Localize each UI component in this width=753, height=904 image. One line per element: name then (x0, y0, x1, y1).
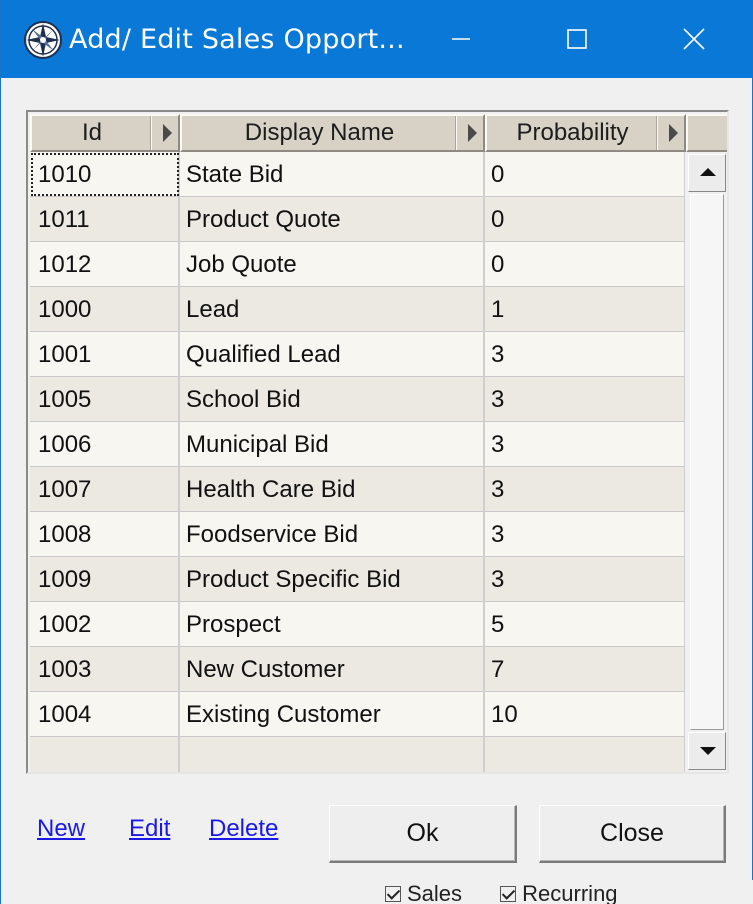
cell-display-name[interactable]: Lead (180, 287, 485, 332)
table-row[interactable]: 1007 Health Care Bid 3 (30, 467, 685, 512)
maximize-button[interactable] (532, 0, 622, 78)
cell-probability[interactable]: 3 (485, 377, 685, 422)
cell-display-name[interactable]: Prospect (180, 602, 485, 647)
cell-id[interactable]: 1012 (30, 242, 180, 287)
cell-display-name-empty[interactable] (180, 737, 485, 772)
cell-id[interactable]: 1006 (30, 422, 180, 467)
header-filler (686, 114, 727, 152)
cell-probability[interactable]: 10 (485, 692, 685, 737)
cell-display-name[interactable]: Existing Customer (180, 692, 485, 737)
column-arrow-icon[interactable] (163, 124, 172, 142)
table-row[interactable]: 1010 State Bid 0 (30, 152, 685, 197)
header-separator (150, 116, 152, 150)
ok-button[interactable]: Ok (329, 805, 517, 863)
cell-id[interactable]: 1009 (30, 557, 180, 602)
scroll-up-arrow-icon (700, 168, 716, 176)
maximize-icon (567, 29, 587, 49)
table-row[interactable]: 1000 Lead 1 (30, 287, 685, 332)
table-row[interactable]: 1003 New Customer 7 (30, 647, 685, 692)
cell-display-name[interactable]: Municipal Bid (180, 422, 485, 467)
cell-id[interactable]: 1004 (30, 692, 180, 737)
cell-id[interactable]: 1010 (30, 152, 180, 197)
column-arrow-icon[interactable] (468, 124, 477, 142)
scroll-up-button[interactable] (688, 154, 726, 192)
edit-link[interactable]: Edit (129, 815, 170, 843)
scroll-down-arrow-icon (700, 747, 716, 755)
cell-id[interactable]: 1000 (30, 287, 180, 332)
header-separator (656, 116, 658, 150)
cell-display-name[interactable]: Foodservice Bid (180, 512, 485, 557)
table-row[interactable]: 1002 Prospect 5 (30, 602, 685, 647)
new-link[interactable]: New (37, 815, 85, 843)
cell-probability[interactable]: 1 (485, 287, 685, 332)
checkbox-recurring[interactable] (500, 886, 517, 903)
table-row[interactable]: 1005 School Bid 3 (30, 377, 685, 422)
cell-display-name[interactable]: Product Quote (180, 197, 485, 242)
checkbox-sales[interactable] (385, 886, 401, 903)
cell-id-empty[interactable] (30, 737, 180, 772)
table-row[interactable]: 1011 Product Quote 0 (30, 197, 685, 242)
cell-probability[interactable]: 7 (485, 647, 685, 692)
cell-probability[interactable]: 0 (485, 197, 685, 242)
cell-display-name[interactable]: Health Care Bid (180, 467, 485, 512)
cell-id[interactable]: 1008 (30, 512, 180, 557)
checkbox-recurring-label: Recurring (522, 881, 618, 904)
header-separator (455, 116, 457, 150)
cell-probability[interactable]: 0 (485, 242, 685, 287)
column-header-probability-label: Probability (516, 119, 629, 146)
compass-icon (23, 20, 63, 60)
table-row[interactable]: 1012 Job Quote 0 (30, 242, 685, 287)
cell-id[interactable]: 1002 (30, 602, 180, 647)
cell-probability[interactable]: 0 (485, 152, 685, 197)
cell-display-name[interactable]: State Bid (180, 152, 485, 197)
cell-probability[interactable]: 3 (485, 332, 685, 377)
column-header-id[interactable]: Id (30, 114, 180, 152)
column-header-display-name-label: Display Name (244, 119, 395, 146)
cell-id[interactable]: 1011 (30, 197, 180, 242)
cell-id[interactable]: 1001 (30, 332, 180, 377)
close-button[interactable]: Close (539, 805, 726, 863)
column-header-display-name[interactable]: Display Name (180, 114, 485, 152)
column-header-probability[interactable]: Probability (485, 114, 686, 152)
scroll-down-button[interactable] (688, 732, 726, 770)
close-window-button[interactable] (649, 0, 739, 78)
delete-link[interactable]: Delete (209, 815, 278, 843)
scroll-thumb[interactable] (690, 194, 724, 730)
table-row[interactable]: 1006 Municipal Bid 3 (30, 422, 685, 467)
table-row[interactable]: 1008 Foodservice Bid 3 (30, 512, 685, 557)
cell-id[interactable]: 1003 (30, 647, 180, 692)
minimize-icon (452, 38, 470, 40)
cell-probability[interactable]: 3 (485, 512, 685, 557)
cell-probability-empty[interactable] (485, 737, 685, 772)
title-bar[interactable]: Add/ Edit Sales Opport... (1, 0, 752, 78)
table-row[interactable]: 1004 Existing Customer 10 (30, 692, 685, 737)
cell-display-name[interactable]: Product Specific Bid (180, 557, 485, 602)
minimize-button[interactable] (416, 0, 506, 78)
table-row[interactable]: 1001 Qualified Lead 3 (30, 332, 685, 377)
cell-probability[interactable]: 5 (485, 602, 685, 647)
cell-id[interactable]: 1007 (30, 467, 180, 512)
close-icon (683, 28, 705, 50)
background-window-strip: Sales Recurring (379, 880, 753, 904)
opportunity-grid[interactable]: Id Display Name Probability 1010 State B… (26, 110, 729, 774)
column-header-id-label: Id (81, 119, 102, 146)
column-arrow-icon[interactable] (669, 124, 678, 142)
cell-display-name[interactable]: Qualified Lead (180, 332, 485, 377)
cell-probability[interactable]: 3 (485, 557, 685, 602)
cell-display-name[interactable]: Job Quote (180, 242, 485, 287)
window-title: Add/ Edit Sales Opport... (69, 24, 405, 55)
checkbox-sales-label: Sales (407, 881, 463, 904)
cell-display-name[interactable]: New Customer (180, 647, 485, 692)
vertical-scrollbar[interactable] (688, 154, 726, 772)
cell-probability[interactable]: 3 (485, 467, 685, 512)
cell-probability[interactable]: 3 (485, 422, 685, 467)
cell-id[interactable]: 1005 (30, 377, 180, 422)
empty-row[interactable] (30, 737, 685, 772)
table-row[interactable]: 1009 Product Specific Bid 3 (30, 557, 685, 602)
dialog-window: Add/ Edit Sales Opport... Id Display Nam… (0, 0, 753, 904)
cell-display-name[interactable]: School Bid (180, 377, 485, 422)
